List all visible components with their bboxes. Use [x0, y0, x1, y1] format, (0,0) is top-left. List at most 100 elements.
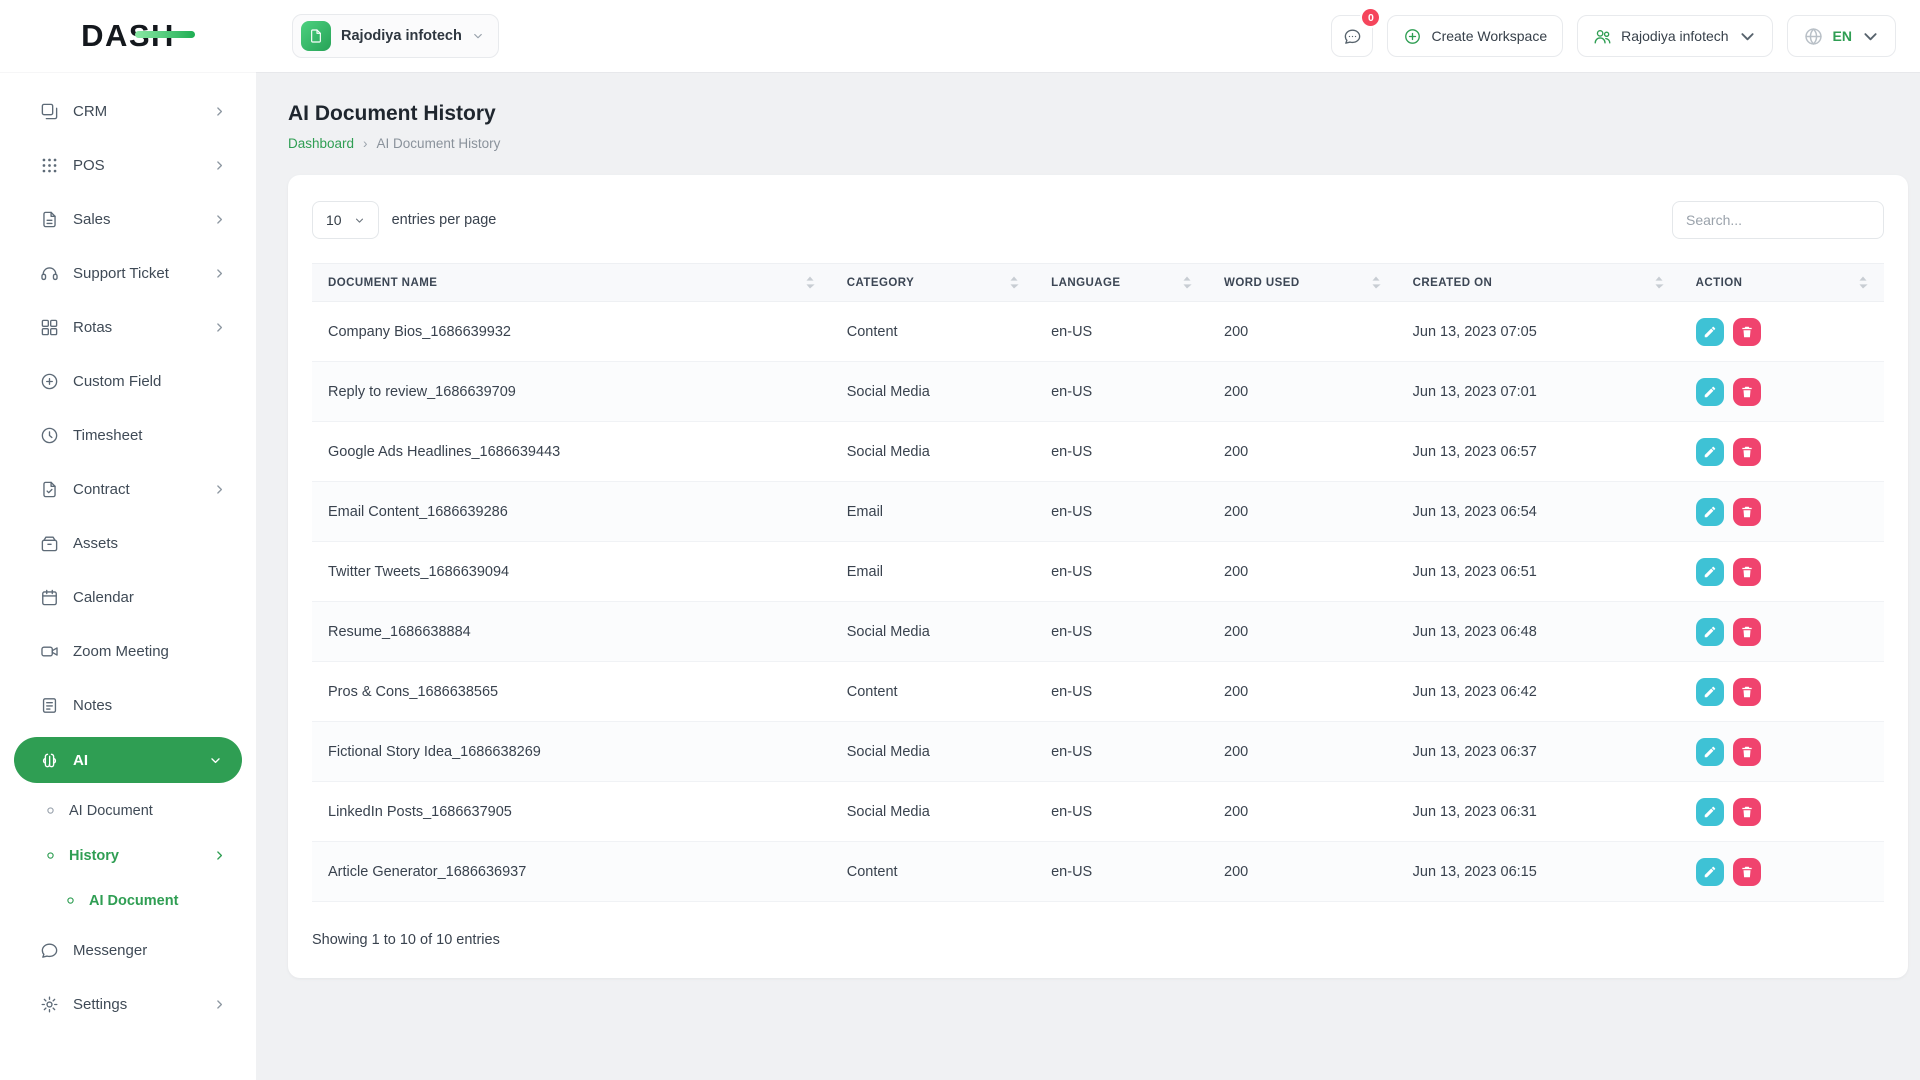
sort-icon: [1858, 276, 1868, 289]
sidebar-item-pos[interactable]: POS: [0, 138, 256, 192]
cell-created-on: Jun 13, 2023 07:05: [1396, 301, 1680, 362]
trash-icon: [1740, 325, 1754, 339]
delete-button[interactable]: [1732, 797, 1761, 826]
edit-button[interactable]: [1695, 497, 1724, 526]
cell-word-used: 200: [1208, 421, 1397, 482]
edit-button[interactable]: [1695, 737, 1724, 766]
sidebar-item-notes[interactable]: Notes: [0, 678, 256, 732]
cell-word-used: 200: [1208, 601, 1397, 662]
delete-button[interactable]: [1732, 737, 1761, 766]
sidebar: CRM POS Sales Support Ticket Rotas Custom Fie…: [0, 72, 256, 1080]
cell-category: Email: [830, 541, 1036, 602]
sidebar-item-timesheet[interactable]: Timesheet: [0, 408, 256, 462]
column-header-word-used[interactable]: WORD USED: [1208, 263, 1397, 302]
column-header-action[interactable]: ACTION: [1679, 263, 1884, 302]
dash-logo[interactable]: DASH: [81, 18, 195, 54]
edit-button[interactable]: [1695, 317, 1724, 346]
delete-button[interactable]: [1732, 437, 1761, 466]
delete-button[interactable]: [1732, 857, 1761, 886]
chevron-right-icon: [213, 159, 226, 172]
cell-created-on: Jun 13, 2023 06:57: [1396, 421, 1680, 482]
breadcrumb: Dashboard › AI Document History: [288, 136, 1908, 151]
topbar: DASH Rajodiya infotech 0 Create Workspac…: [0, 0, 1920, 72]
edit-button[interactable]: [1695, 437, 1724, 466]
pencil-icon: [1703, 865, 1717, 879]
table-body: Company Bios_1686639932 Content en-US 200 Ju…: [312, 301, 1884, 902]
sidebar-item-calendar[interactable]: Calendar: [0, 570, 256, 624]
table-row: Fictional Story Idea_1686638269 Social Me…: [312, 721, 1884, 782]
sidebar-item-label: Custom Field: [73, 372, 162, 390]
messages-button[interactable]: 0: [1331, 9, 1380, 57]
sidebar-item-label: Support Ticket: [73, 264, 169, 282]
sidebar-item-rotas[interactable]: Rotas: [0, 300, 256, 354]
logo-area: DASH: [0, 18, 256, 54]
column-header-document-name[interactable]: DOCUMENT NAME: [312, 263, 831, 302]
edit-button[interactable]: [1695, 617, 1724, 646]
workspace-selector[interactable]: Rajodiya infotech: [292, 14, 499, 58]
delete-button[interactable]: [1732, 677, 1761, 706]
sidebar-item-label: POS: [73, 156, 105, 174]
table-row: Google Ads Headlines_1686639443 Social Me…: [312, 421, 1884, 482]
cell-category: Social Media: [830, 361, 1036, 422]
sidebar-item-custom-field[interactable]: Custom Field: [0, 354, 256, 408]
sidebar-item-contract[interactable]: Contract: [0, 462, 256, 516]
cell-document-name: Google Ads Headlines_1686639443: [312, 421, 831, 482]
sidebar-item-settings[interactable]: Settings: [0, 977, 256, 1031]
delete-button[interactable]: [1732, 317, 1761, 346]
cell-word-used: 200: [1208, 841, 1397, 902]
delete-button[interactable]: [1732, 557, 1761, 586]
sidebar-item-assets[interactable]: Assets: [0, 516, 256, 570]
cell-category: Content: [830, 841, 1036, 902]
column-header-created-on[interactable]: CREATED ON: [1396, 263, 1680, 302]
edit-button[interactable]: [1695, 677, 1724, 706]
column-header-category[interactable]: CATEGORY: [830, 263, 1036, 302]
page-title: AI Document History: [288, 102, 496, 125]
calendar-icon: [40, 588, 59, 607]
breadcrumb-separator-icon: ›: [363, 136, 368, 151]
sort-icon: [1654, 276, 1664, 289]
sidebar-item-ai-document[interactable]: AI Document: [0, 788, 256, 833]
edit-button[interactable]: [1695, 797, 1724, 826]
chevron-right-icon: [213, 849, 226, 862]
breadcrumb-link-dashboard[interactable]: Dashboard: [288, 136, 354, 151]
delete-button[interactable]: [1732, 617, 1761, 646]
cell-language: en-US: [1035, 661, 1209, 722]
page-size-select[interactable]: 10: [312, 201, 379, 239]
account-selector[interactable]: Rajodiya infotech: [1577, 15, 1773, 57]
delete-button[interactable]: [1732, 497, 1761, 526]
column-header-language[interactable]: LANGUAGE: [1035, 263, 1209, 302]
column-label: DOCUMENT NAME: [328, 276, 438, 289]
edit-button[interactable]: [1695, 557, 1724, 586]
create-workspace-button[interactable]: Create Workspace: [1387, 15, 1564, 57]
cell-document-name: Article Generator_1686636937: [312, 841, 831, 902]
sidebar-item-ai[interactable]: AI: [14, 737, 242, 783]
notes-icon: [40, 696, 59, 715]
language-selector[interactable]: EN: [1786, 15, 1896, 57]
sidebar-item-label: AI: [73, 751, 88, 769]
sidebar-menu: CRM POS Sales Support Ticket Rotas Custom Fie…: [0, 84, 256, 1031]
trash-icon: [1740, 865, 1754, 879]
ai-icon: [40, 751, 59, 770]
crm-icon: [40, 102, 59, 121]
sidebar-item-crm[interactable]: CRM: [0, 84, 256, 138]
edit-button[interactable]: [1695, 857, 1724, 886]
search-input[interactable]: [1672, 201, 1884, 239]
chevron-down-icon: [209, 754, 222, 767]
sort-icon: [1371, 276, 1381, 289]
sidebar-item-label: CRM: [73, 102, 108, 120]
sidebar-item-sales[interactable]: Sales: [0, 192, 256, 246]
sidebar-item-support-ticket[interactable]: Support Ticket: [0, 246, 256, 300]
sales-icon: [40, 210, 59, 229]
sidebar-item-history[interactable]: History: [0, 833, 256, 878]
sidebar-item-ai-document[interactable]: AI Document: [0, 878, 256, 923]
delete-button[interactable]: [1732, 377, 1761, 406]
sidebar-item-zoom-meeting[interactable]: Zoom Meeting: [0, 624, 256, 678]
edit-button[interactable]: [1695, 377, 1724, 406]
trash-icon: [1740, 565, 1754, 579]
chevron-right-icon: [213, 267, 226, 280]
sidebar-item-label: Sales: [73, 210, 111, 228]
table-row: Email Content_1686639286 Email en-US 200 Jun…: [312, 481, 1884, 542]
table-row: Reply to review_1686639709 Social Media en…: [312, 361, 1884, 422]
sidebar-item-messenger[interactable]: Messenger: [0, 923, 256, 977]
page-size-controls: 10 entries per page: [312, 201, 496, 239]
